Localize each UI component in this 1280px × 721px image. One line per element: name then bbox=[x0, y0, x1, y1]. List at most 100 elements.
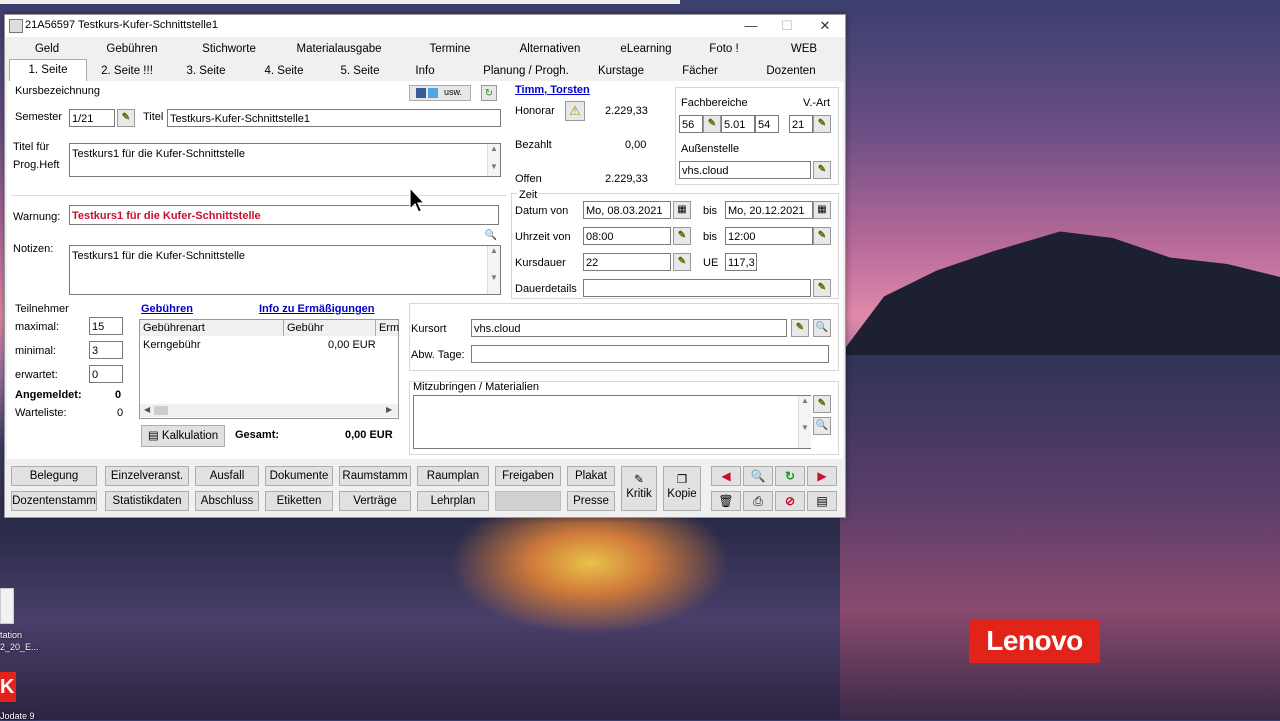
calendar-icon[interactable]: ▦ bbox=[813, 201, 831, 219]
kursort-field[interactable]: vhs.cloud bbox=[471, 319, 787, 337]
erwartet-field[interactable]: 0 bbox=[89, 365, 123, 383]
vertraege-button[interactable]: Verträge bbox=[339, 491, 411, 511]
column-header[interactable]: Erm bbox=[376, 320, 399, 336]
mitbringen-scrollbar[interactable]: ▲ ▼ bbox=[798, 396, 811, 448]
minimize-icon[interactable]: — bbox=[737, 17, 765, 35]
datum-bis-field[interactable]: Mo, 20.12.2021 bbox=[725, 201, 813, 219]
fachbereich-field-3[interactable]: 54 bbox=[755, 115, 779, 133]
vart-field[interactable]: 21 bbox=[789, 115, 813, 133]
calendar-icon[interactable]: ▦ bbox=[673, 201, 691, 219]
abw-tage-field[interactable] bbox=[471, 345, 829, 363]
aussenstelle-field[interactable]: vhs.cloud bbox=[679, 161, 811, 179]
delete-icon[interactable]: 🗑 bbox=[711, 491, 741, 511]
statistikdaten-button[interactable]: Statistikdaten bbox=[105, 491, 189, 511]
cancel-icon[interactable]: ⊘ bbox=[775, 491, 805, 511]
tab-seite-1[interactable]: 1. Seite bbox=[9, 59, 87, 82]
tab-seite-3[interactable]: 3. Seite bbox=[181, 61, 231, 81]
abschluss-button[interactable]: Abschluss bbox=[195, 491, 259, 511]
titel-prog-textarea[interactable]: Testkurs1 für die Kufer-Schnittstelle bbox=[69, 143, 501, 177]
tab-foto[interactable]: Foto ! bbox=[699, 39, 749, 59]
save-icon[interactable]: ▤ bbox=[807, 491, 837, 511]
tab-termine[interactable]: Termine bbox=[415, 39, 485, 59]
kalkulation-button[interactable]: ▤ Kalkulation bbox=[141, 425, 225, 447]
dauerdetails-edit-icon[interactable]: ✎ bbox=[813, 279, 831, 297]
table-row[interactable]: Kerngebühr 0,00 EUR bbox=[140, 338, 398, 354]
kursort-search-icon[interactable]: 🔍 bbox=[813, 319, 831, 337]
uhrzeit-von-field[interactable]: 08:00 bbox=[583, 227, 671, 245]
prev-record-icon[interactable]: ◀ bbox=[711, 466, 741, 486]
desktop-app-icon[interactable]: K bbox=[0, 672, 16, 702]
kritik-button[interactable]: ✎ Kritik bbox=[621, 466, 657, 511]
titel-field[interactable]: Testkurs-Kufer-Schnittstelle1 bbox=[167, 109, 501, 127]
titel-prog-scrollbar[interactable]: ▲ ▼ bbox=[487, 144, 500, 176]
maximize-icon[interactable]: ☐ bbox=[773, 17, 801, 35]
tab-elearning[interactable]: eLearning bbox=[611, 39, 681, 59]
raumstamm-button[interactable]: Raumstamm bbox=[339, 466, 411, 486]
tab-web[interactable]: WEB bbox=[781, 39, 827, 59]
kursdauer-field[interactable]: 22 bbox=[583, 253, 671, 271]
ermaessigung-link[interactable]: Info zu Ermäßigungen bbox=[259, 303, 375, 315]
semester-edit-icon[interactable]: ✎ bbox=[117, 109, 135, 127]
maximal-field[interactable]: 15 bbox=[89, 317, 123, 335]
tab-seite-2[interactable]: 2. Seite !!! bbox=[97, 61, 157, 81]
einzelveranst-button[interactable]: Einzelveranst. bbox=[105, 466, 189, 486]
print-icon[interactable]: ⎙ bbox=[743, 491, 773, 511]
raumplan-button[interactable]: Raumplan bbox=[417, 466, 489, 486]
tab-alternativen[interactable]: Alternativen bbox=[511, 39, 589, 59]
column-header[interactable]: Gebührenart bbox=[140, 320, 284, 336]
tab-kurstage[interactable]: Kurstage bbox=[595, 61, 647, 81]
kopie-button[interactable]: ❐ Kopie bbox=[663, 466, 701, 511]
notizen-textarea[interactable]: Testkurs1 für die Kufer-Schnittstelle bbox=[69, 245, 501, 295]
uhrzeit-bis-field[interactable]: 12:00 bbox=[725, 227, 813, 245]
zoom-icon[interactable]: 🔍 bbox=[483, 229, 499, 243]
ausfall-button[interactable]: Ausfall bbox=[195, 466, 259, 486]
tab-materialausgabe[interactable]: Materialausgabe bbox=[289, 39, 389, 59]
tab-info[interactable]: Info bbox=[407, 61, 443, 81]
lehrplan-button[interactable]: Lehrplan bbox=[417, 491, 489, 511]
kursort-edit-icon[interactable]: ✎ bbox=[791, 319, 809, 337]
warnung-field[interactable]: Testkurs1 für die Kufer-Schnittstelle bbox=[69, 205, 499, 225]
mitbringen-textarea[interactable] bbox=[413, 395, 811, 449]
presse-button[interactable]: Presse bbox=[567, 491, 615, 511]
search-icon[interactable]: 🔍 bbox=[743, 466, 773, 486]
uhrzeit-bis-edit-icon[interactable]: ✎ bbox=[813, 227, 831, 245]
dokumente-button[interactable]: Dokumente bbox=[265, 466, 333, 486]
vart-edit-icon[interactable]: ✎ bbox=[813, 115, 831, 133]
table-h-scrollbar[interactable]: ◀ ▶ bbox=[140, 404, 398, 417]
fachbereich-field-2[interactable]: 5.01 bbox=[721, 115, 755, 133]
belegung-button[interactable]: Belegung bbox=[11, 466, 97, 486]
freigaben-button[interactable]: Freigaben bbox=[495, 466, 561, 486]
dozent-link[interactable]: Timm, Torsten bbox=[515, 84, 590, 96]
fachbereich-edit-icon[interactable]: ✎ bbox=[703, 115, 721, 133]
mitbringen-edit-icon[interactable]: ✎ bbox=[813, 395, 831, 413]
tab-gebuehren[interactable]: Gebühren bbox=[97, 39, 167, 59]
uhrzeit-von-edit-icon[interactable]: ✎ bbox=[673, 227, 691, 245]
tab-stichworte[interactable]: Stichworte bbox=[191, 39, 267, 59]
tab-seite-5[interactable]: 5. Seite bbox=[335, 61, 385, 81]
datum-von-field[interactable]: Mo, 08.03.2021 bbox=[583, 201, 671, 219]
etiketten-button[interactable]: Etiketten bbox=[265, 491, 333, 511]
tab-geld[interactable]: Geld bbox=[19, 39, 75, 59]
tab-faecher[interactable]: Fächer bbox=[679, 61, 721, 81]
tab-seite-4[interactable]: 4. Seite bbox=[261, 61, 307, 81]
aussenstelle-edit-icon[interactable]: ✎ bbox=[813, 161, 831, 179]
refresh-icon[interactable]: ↻ bbox=[481, 85, 497, 101]
close-icon[interactable]: ✕ bbox=[811, 17, 839, 35]
column-header[interactable]: Gebühr bbox=[284, 320, 376, 336]
gebuehren-link[interactable]: Gebühren bbox=[141, 303, 193, 315]
minimal-field[interactable]: 3 bbox=[89, 341, 123, 359]
kursdauer-edit-icon[interactable]: ✎ bbox=[673, 253, 691, 271]
warning-icon[interactable]: ⚠ bbox=[565, 101, 585, 121]
next-record-icon[interactable]: ▶ bbox=[807, 466, 837, 486]
ue-field[interactable]: 117,3 bbox=[725, 253, 757, 271]
dozentenstamm-button[interactable]: Dozentenstamm bbox=[11, 491, 97, 511]
semester-field[interactable]: 1/21 bbox=[69, 109, 115, 127]
mitbringen-search-icon[interactable]: 🔍 bbox=[813, 417, 831, 435]
desktop-file-icon[interactable] bbox=[0, 588, 14, 624]
plakat-button[interactable]: Plakat bbox=[567, 466, 615, 486]
fachbereich-field-1[interactable]: 56 bbox=[679, 115, 703, 133]
reload-icon[interactable]: ↻ bbox=[775, 466, 805, 486]
dauerdetails-field[interactable] bbox=[583, 279, 811, 297]
notizen-scrollbar[interactable]: ▲ ▼ bbox=[487, 246, 500, 294]
tab-dozenten[interactable]: Dozenten bbox=[763, 61, 819, 81]
